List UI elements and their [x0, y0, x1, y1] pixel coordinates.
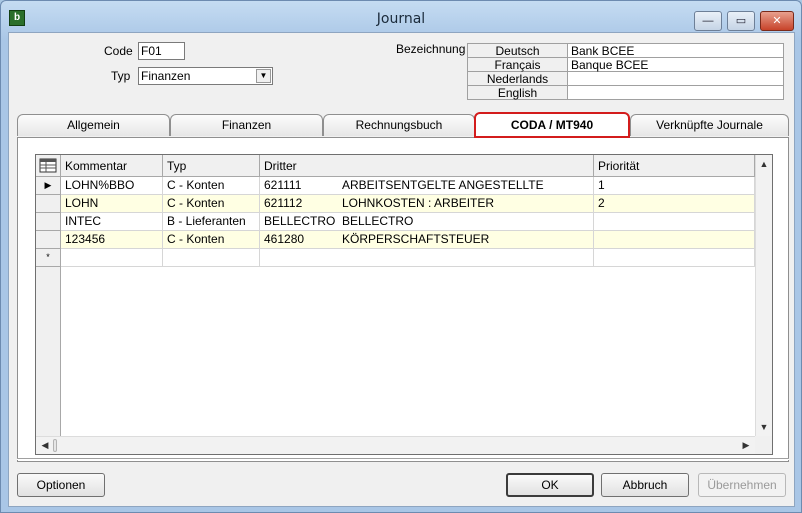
chevron-down-icon[interactable]: ▼: [256, 69, 271, 83]
cell-dritter-name: KÖRPERSCHAFTSTEUER: [338, 231, 594, 249]
row-selector[interactable]: [36, 195, 61, 213]
bezeichnung-row: Nederlands: [467, 71, 784, 86]
separator: [17, 458, 789, 460]
bezeichnung-input[interactable]: [567, 85, 784, 100]
cell-dritter-name: [338, 249, 594, 267]
vertical-scrollbar[interactable]: ▲ ▼: [755, 155, 772, 436]
cell-kommentar[interactable]: INTEC: [61, 213, 163, 231]
column-header-prioritaet[interactable]: Priorität: [594, 155, 755, 177]
cell-dritter-code[interactable]: 621112: [260, 195, 338, 213]
code-label: Code: [104, 44, 133, 58]
optionen-button[interactable]: Optionen: [17, 473, 105, 497]
row-selector[interactable]: *: [36, 249, 61, 267]
scroll-right-icon[interactable]: ▶: [738, 437, 754, 453]
horizontal-scrollbar[interactable]: ◀ ▶: [36, 436, 755, 454]
cell-dritter-code[interactable]: 621111: [260, 177, 338, 195]
table-row-new[interactable]: *: [36, 249, 755, 267]
table-row[interactable]: LOHN C - Konten 621112 LOHNKOSTEN : ARBE…: [36, 195, 755, 213]
column-header-typ[interactable]: Typ: [163, 155, 260, 177]
table-row[interactable]: INTEC B - Lieferanten BELLECTRO BELLECTR…: [36, 213, 755, 231]
row-selector[interactable]: [36, 213, 61, 231]
language-label: Français: [467, 57, 568, 72]
cell-dritter-name: ARBEITSENTGELTE ANGESTELLTE: [338, 177, 594, 195]
bezeichnung-row: English: [467, 85, 784, 100]
uebernehmen-button[interactable]: Übernehmen: [698, 473, 786, 497]
bezeichnung-label: Bezeichnung: [396, 42, 466, 56]
horizontal-scroll-thumb[interactable]: [53, 439, 57, 452]
grid-select-icon: [39, 158, 57, 173]
coda-grid: Kommentar Typ Dritter Priorität ▶ LOHN%B…: [35, 154, 773, 455]
ok-button[interactable]: OK: [506, 473, 594, 497]
row-header-column: [36, 267, 61, 436]
cell-typ[interactable]: C - Konten: [163, 177, 260, 195]
cell-dritter-code[interactable]: 461280: [260, 231, 338, 249]
bezeichnung-input[interactable]: Banque BCEE: [567, 57, 784, 72]
tab-allgemein[interactable]: Allgemein: [17, 114, 170, 136]
language-label: English: [467, 85, 568, 100]
bezeichnung-row: Français Banque BCEE: [467, 57, 784, 72]
window-title: Journal: [376, 11, 426, 27]
typ-select[interactable]: Finanzen ▼: [138, 67, 273, 85]
cell-prioritaet[interactable]: 2: [594, 195, 755, 213]
table-row[interactable]: 123456 C - Konten 461280 KÖRPERSCHAFTSTE…: [36, 231, 755, 249]
dialog-client-area: Code F01 Typ Finanzen ▼ Bezeichnung Deut…: [8, 32, 795, 507]
cell-prioritaet[interactable]: [594, 213, 755, 231]
title-bar[interactable]: b Journal — ▭ ✕: [1, 1, 801, 31]
scroll-down-icon[interactable]: ▼: [756, 419, 772, 435]
tab-rechnungsbuch[interactable]: Rechnungsbuch: [323, 114, 475, 136]
row-selector[interactable]: ▶: [36, 177, 61, 195]
cell-kommentar[interactable]: LOHN: [61, 195, 163, 213]
journal-window: b Journal — ▭ ✕ Code F01 Typ Finanzen ▼ …: [0, 0, 802, 513]
cell-kommentar[interactable]: [61, 249, 163, 267]
select-all-corner[interactable]: [36, 155, 61, 177]
cell-prioritaet[interactable]: 1: [594, 177, 755, 195]
cell-kommentar[interactable]: LOHN%BBO: [61, 177, 163, 195]
bezeichnung-row: Deutsch Bank BCEE: [467, 43, 784, 58]
tab-verknuepfte-journale[interactable]: Verknüpfte Journale: [630, 114, 789, 136]
language-label: Nederlands: [467, 71, 568, 86]
tab-strip: Allgemein Finanzen Rechnungsbuch CODA / …: [17, 112, 789, 138]
scroll-corner: [755, 436, 772, 454]
scroll-up-icon[interactable]: ▲: [756, 156, 772, 172]
maximize-button[interactable]: ▭: [727, 11, 755, 31]
cell-dritter-code[interactable]: [260, 249, 338, 267]
column-header-kommentar[interactable]: Kommentar: [61, 155, 163, 177]
row-selector[interactable]: [36, 231, 61, 249]
cell-dritter-name: BELLECTRO: [338, 213, 594, 231]
cell-typ[interactable]: C - Konten: [163, 231, 260, 249]
column-header-dritter-name[interactable]: [338, 155, 594, 177]
cell-dritter-code[interactable]: BELLECTRO: [260, 213, 338, 231]
typ-select-value: Finanzen: [141, 69, 191, 83]
cell-typ[interactable]: B - Lieferanten: [163, 213, 260, 231]
table-row[interactable]: ▶ LOHN%BBO C - Konten 621111 ARBEITSENTG…: [36, 177, 755, 195]
cell-typ[interactable]: C - Konten: [163, 195, 260, 213]
minimize-button[interactable]: —: [694, 11, 722, 31]
scroll-left-icon[interactable]: ◀: [37, 437, 53, 453]
cell-dritter-name: LOHNKOSTEN : ARBEITER: [338, 195, 594, 213]
coda-tab-panel: Kommentar Typ Dritter Priorität ▶ LOHN%B…: [17, 137, 789, 462]
bezeichnung-input[interactable]: Bank BCEE: [567, 43, 784, 58]
typ-label: Typ: [111, 69, 131, 83]
cell-kommentar[interactable]: 123456: [61, 231, 163, 249]
close-button[interactable]: ✕: [760, 11, 794, 31]
abbruch-button[interactable]: Abbruch: [601, 473, 689, 497]
code-input[interactable]: F01: [138, 42, 185, 60]
cell-prioritaet[interactable]: [594, 249, 755, 267]
bezeichnung-table: Deutsch Bank BCEE Français Banque BCEE N…: [467, 43, 784, 100]
cell-typ[interactable]: [163, 249, 260, 267]
tab-finanzen[interactable]: Finanzen: [170, 114, 323, 136]
tab-coda-mt940[interactable]: CODA / MT940: [474, 112, 630, 138]
cell-prioritaet[interactable]: [594, 231, 755, 249]
language-label: Deutsch: [467, 43, 568, 58]
column-header-dritter[interactable]: Dritter: [260, 155, 338, 177]
bezeichnung-input[interactable]: [567, 71, 784, 86]
